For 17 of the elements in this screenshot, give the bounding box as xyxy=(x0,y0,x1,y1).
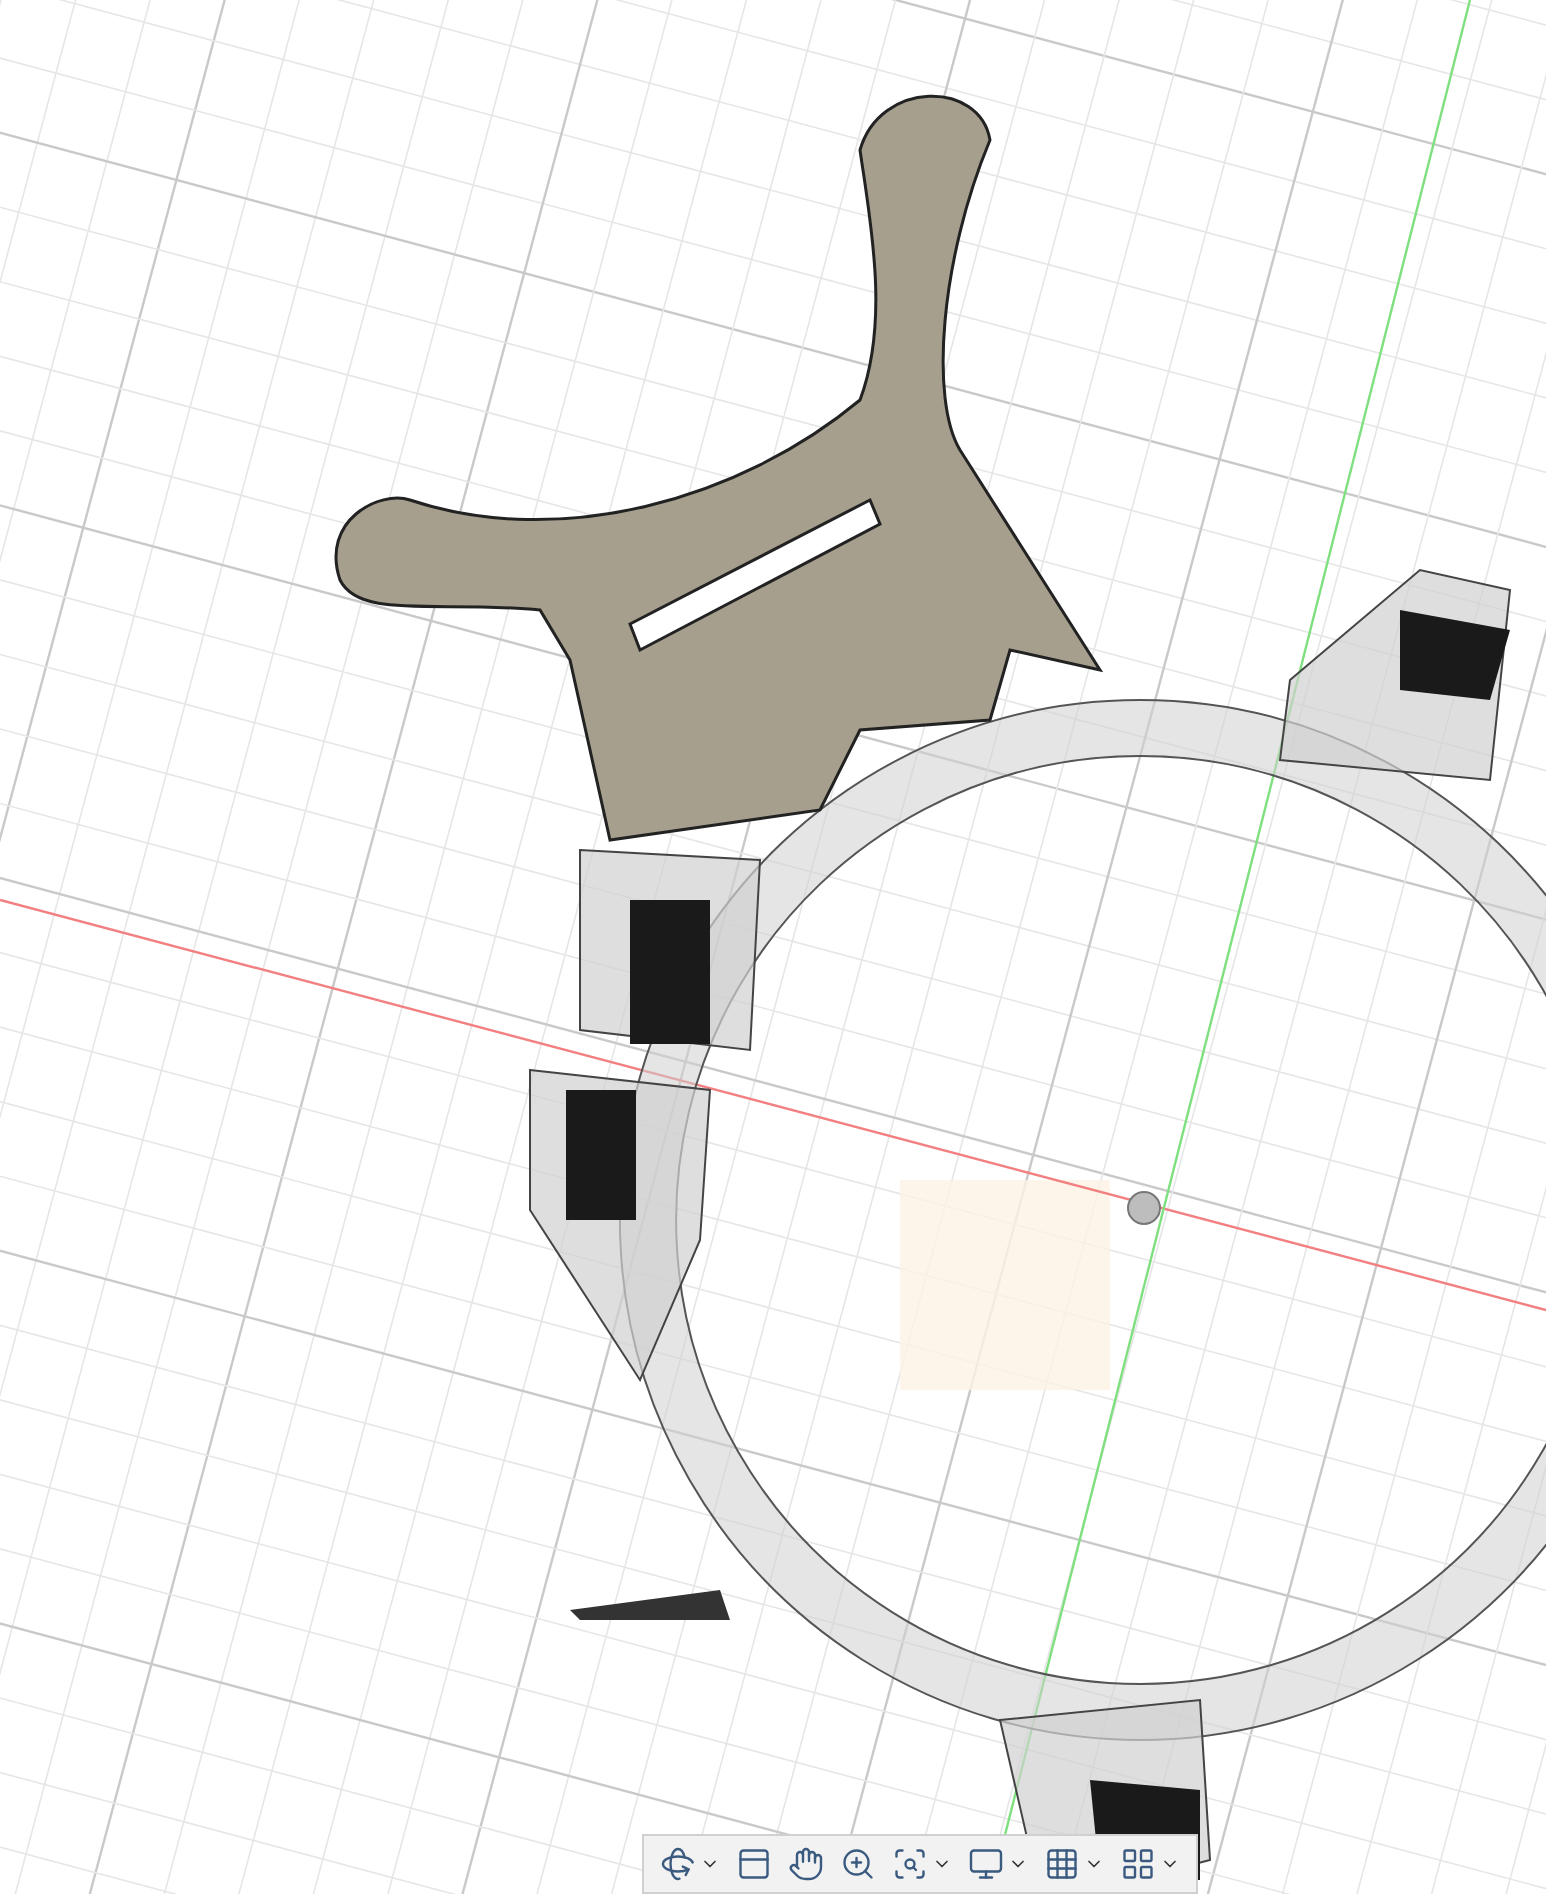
zoom-button[interactable] xyxy=(840,1846,876,1882)
hand-icon xyxy=(788,1846,824,1882)
monitor-icon xyxy=(968,1846,1004,1882)
viewports-icon xyxy=(1120,1846,1156,1882)
origin-point-icon xyxy=(1127,1191,1161,1225)
grid-icon xyxy=(1044,1846,1080,1882)
viewports-button[interactable] xyxy=(1120,1846,1180,1882)
zoom-icon xyxy=(840,1846,876,1882)
hand-button[interactable] xyxy=(788,1846,824,1882)
look-at-button[interactable] xyxy=(736,1846,772,1882)
monitor-button[interactable] xyxy=(968,1846,1028,1882)
zoom-window-button[interactable] xyxy=(892,1846,952,1882)
grid-button[interactable] xyxy=(1044,1846,1104,1882)
zoom-window-icon xyxy=(892,1846,928,1882)
orbit-button[interactable] xyxy=(660,1846,720,1882)
look-at-icon xyxy=(736,1846,772,1882)
orbit-icon xyxy=(660,1846,696,1882)
